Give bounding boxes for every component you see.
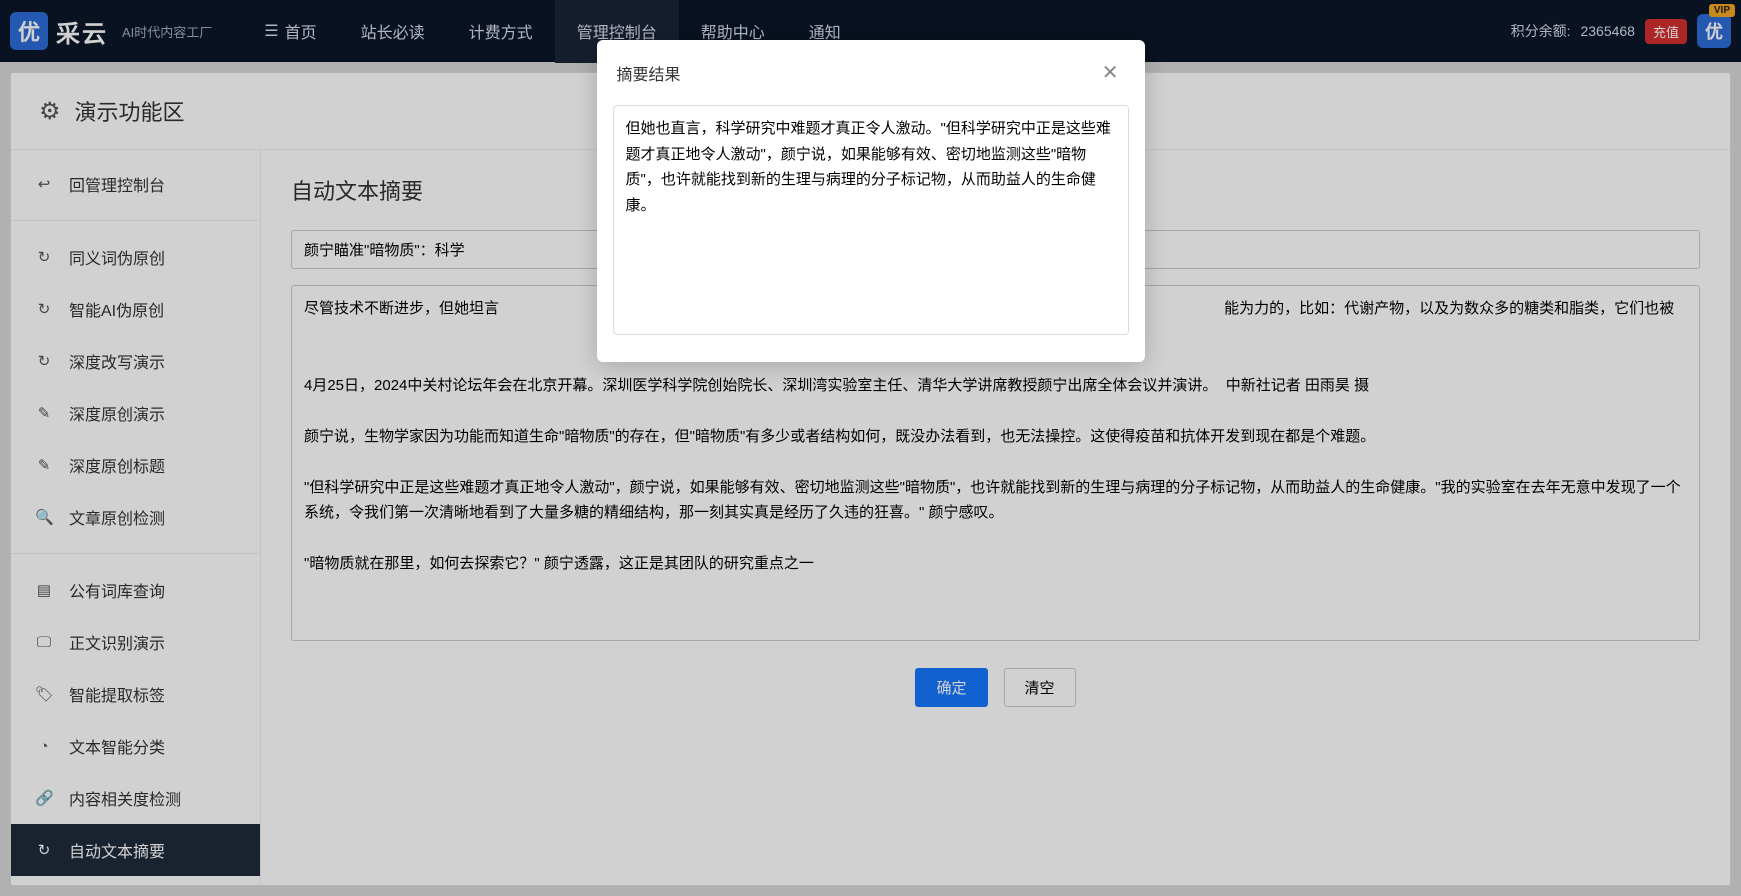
- summary-result-textarea[interactable]: [613, 105, 1129, 335]
- modal-body: [597, 105, 1145, 362]
- summary-modal: 摘要结果 ✕: [597, 40, 1145, 362]
- modal-title: 摘要结果: [617, 61, 681, 85]
- close-icon[interactable]: ✕: [1096, 58, 1125, 87]
- modal-header: 摘要结果 ✕: [597, 40, 1145, 105]
